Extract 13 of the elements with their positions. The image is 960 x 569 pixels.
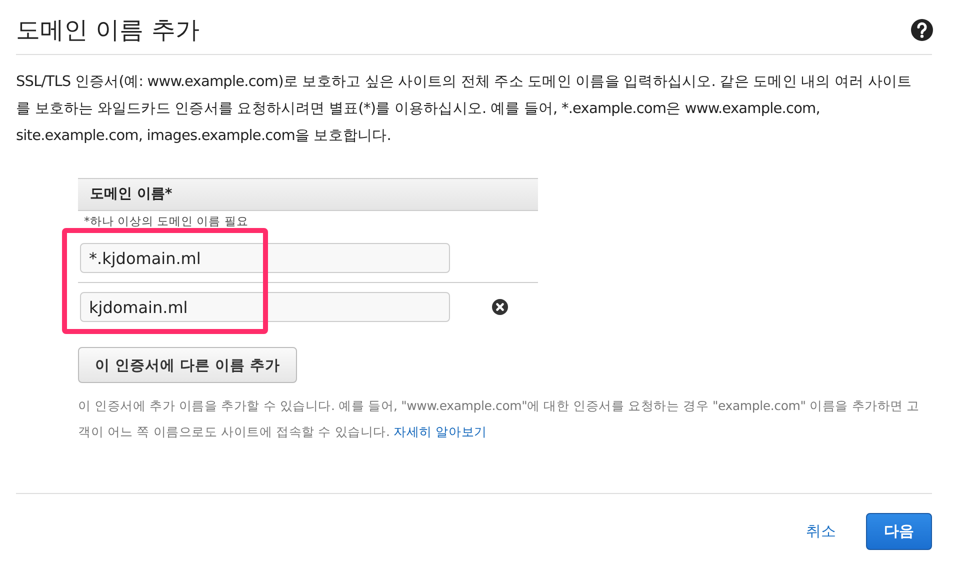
learn-more-link[interactable]: 자세히 알아보기 <box>394 424 487 439</box>
domain-input[interactable]: *.kjdomain.ml <box>80 243 450 273</box>
cancel-link[interactable]: 취소 <box>806 522 836 541</box>
page-title: 도메인 이름 추가 <box>16 15 200 46</box>
remove-icon[interactable] <box>492 299 508 315</box>
domain-input[interactable]: kjdomain.ml <box>80 292 450 322</box>
add-name-button[interactable]: 이 인증서에 다른 이름 추가 <box>78 347 298 383</box>
next-button[interactable]: 다음 <box>866 513 932 550</box>
description-text: SSL/TLS 인증서(예: www.example.com)로 보호하고 싶은 사이트의 전체 주소 도메인 이름을 입력하십시오. 같은 도메인 내의 여러 사이트를 보호하는 와일드카드 인증서를 요청하시려면 별표(*)를 이용하십시오. 예를 들어, *.example.com은 www.example.com, site.example.com, images.example.com을 보호합니다. <box>16 73 913 146</box>
table-header: 도메인 이름* <box>78 178 538 211</box>
help-icon[interactable] <box>910 18 934 42</box>
hint-text: *하나 이상의 도메인 이름 필요 <box>84 214 250 230</box>
help-text: 이 인증서에 추가 이름을 추가할 수 있습니다. 예를 들어, "www.example.com"에 대한 인증서를 요청하는 경우 "example.com" 이름을 추가하면 고객이 어느 쪽 이름으로도 사이트에 접속할 수 있습니다. 자세히 알아보기 <box>78 397 921 441</box>
